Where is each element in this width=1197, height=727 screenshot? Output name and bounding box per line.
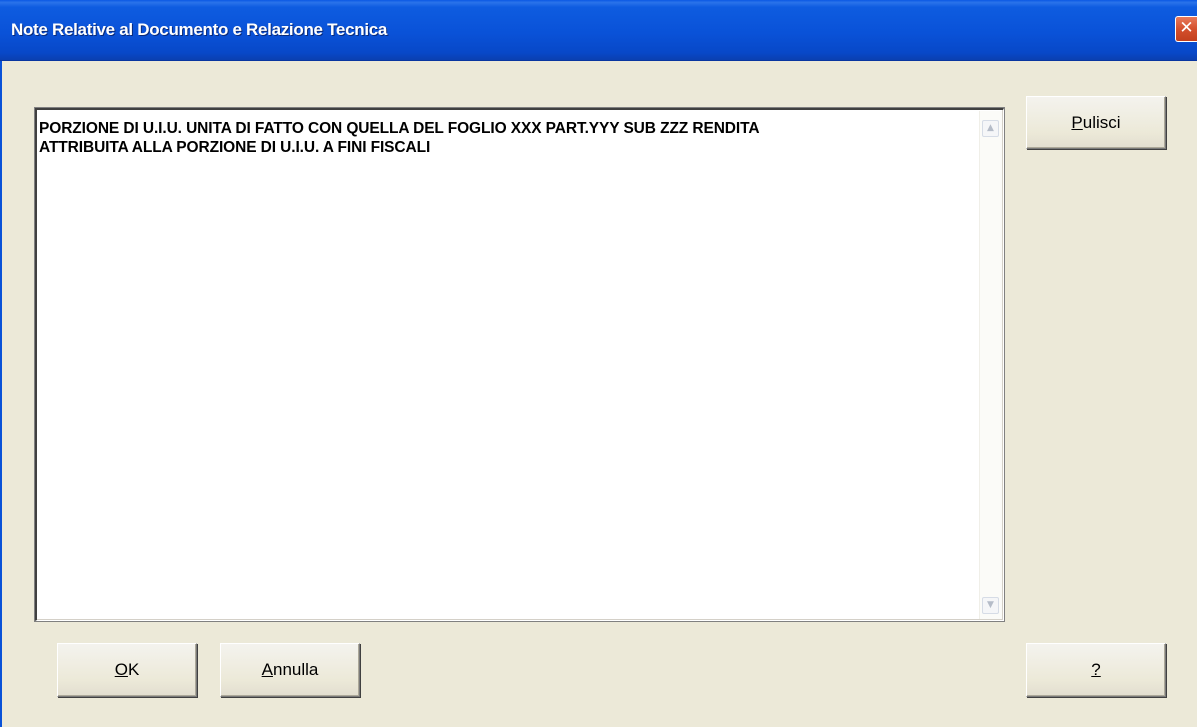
ok-button[interactable]: OK <box>57 643 197 697</box>
notes-text[interactable]: PORZIONE DI U.I.U. UNITA DI FATTO CON QU… <box>39 119 969 157</box>
scroll-down-icon[interactable]: ▼ <box>982 597 999 614</box>
ok-button-label: OK <box>114 660 140 679</box>
window-border <box>0 61 2 727</box>
annulla-button[interactable]: Annulla <box>220 643 360 697</box>
help-button[interactable]: ? <box>1026 643 1166 697</box>
scroll-up-icon[interactable]: ▲ <box>982 120 999 137</box>
close-icon: ✕ <box>1179 18 1194 38</box>
dialog-window: Note Relative al Documento e Relazione T… <box>0 0 1197 727</box>
pulisci-button-label: Pulisci <box>1071 113 1121 132</box>
help-button-label: ? <box>1091 660 1101 679</box>
annulla-button-label: Annulla <box>261 660 319 679</box>
notes-textarea[interactable]: PORZIONE DI U.I.U. UNITA DI FATTO CON QU… <box>35 108 1004 621</box>
close-button[interactable]: ✕ <box>1175 16 1197 42</box>
pulisci-button[interactable]: Pulisci <box>1026 96 1166 149</box>
title-bar[interactable]: Note Relative al Documento e Relazione T… <box>0 0 1197 61</box>
vertical-scrollbar[interactable]: ▲ ▼ <box>979 111 1002 619</box>
window-title: Note Relative al Documento e Relazione T… <box>11 20 388 39</box>
